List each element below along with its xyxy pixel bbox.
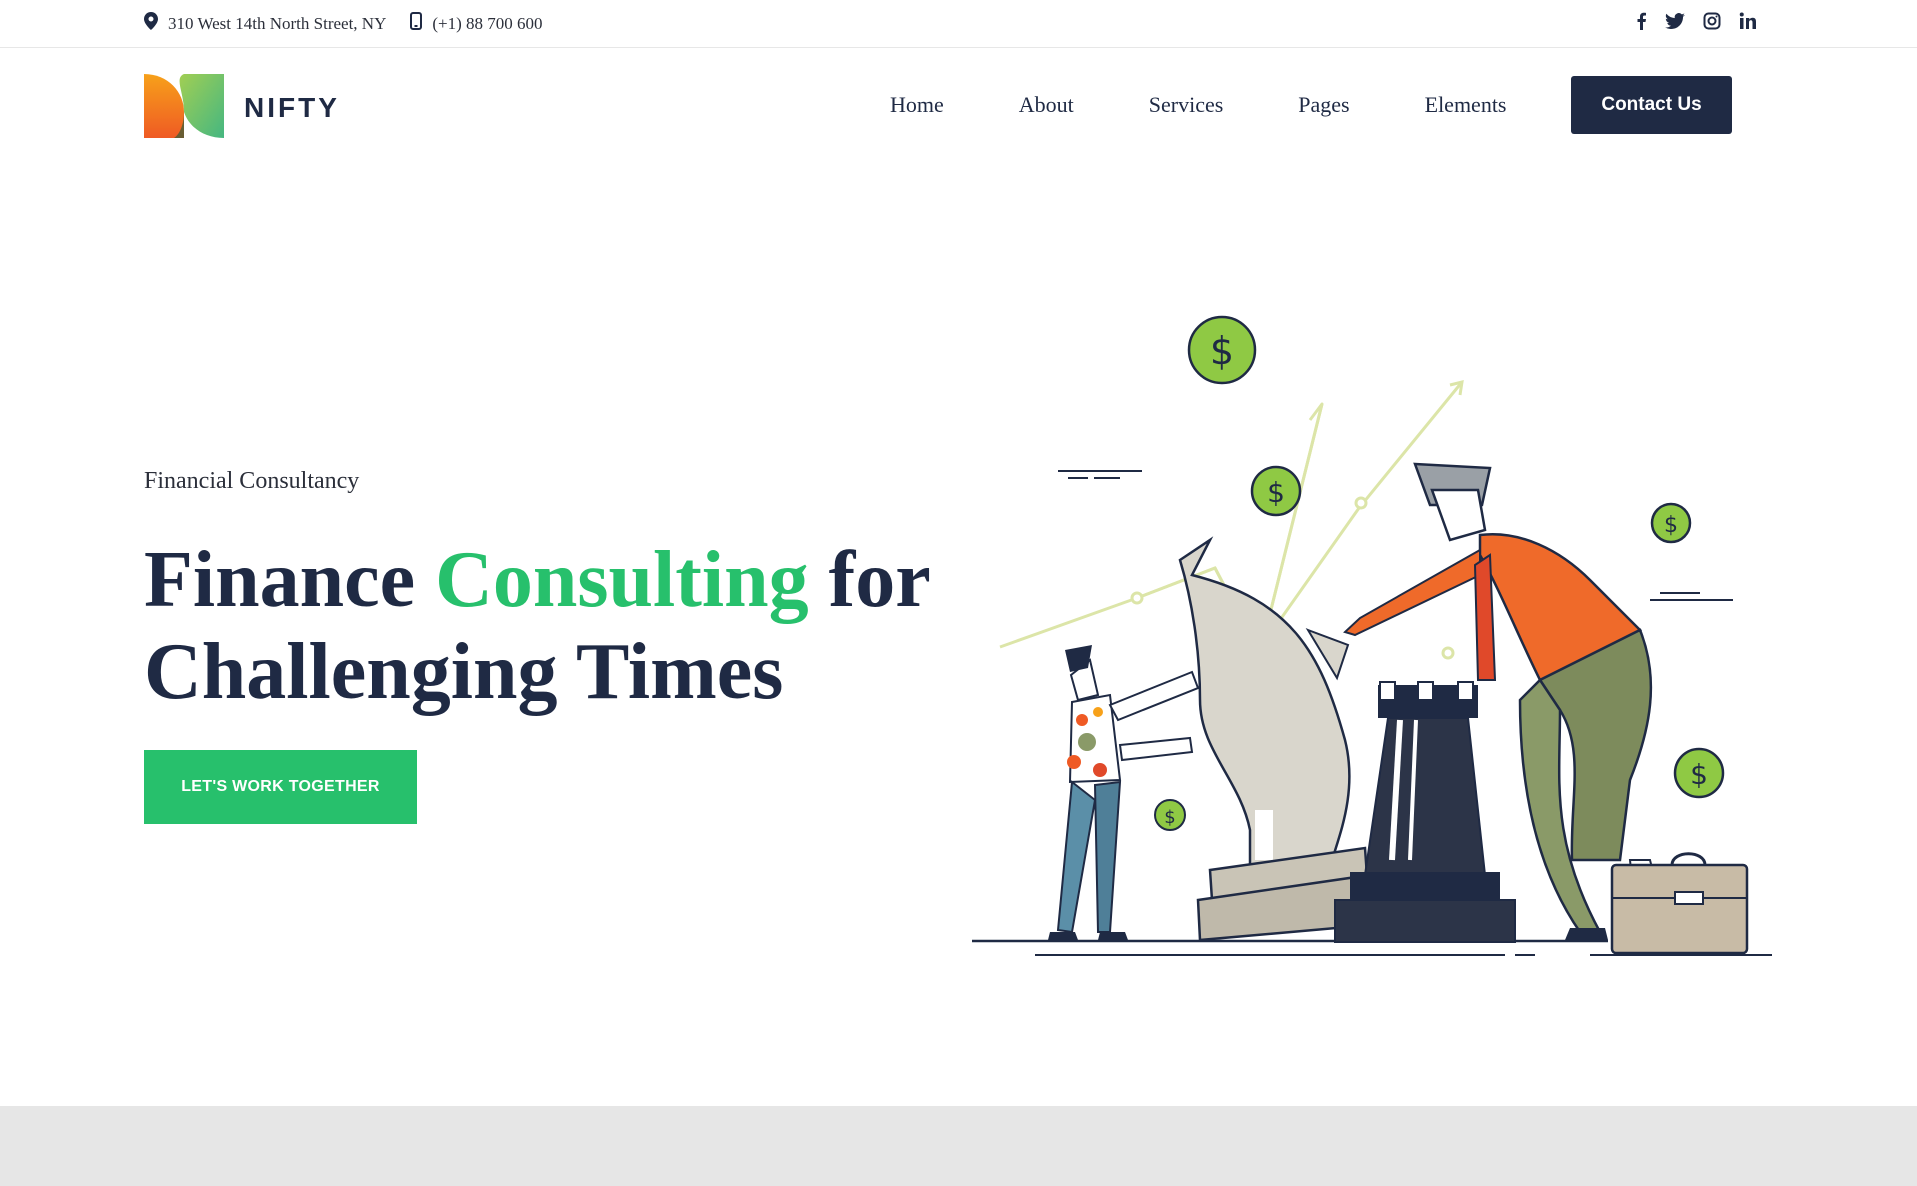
nav-item-elements[interactable]: Elements xyxy=(1425,92,1507,118)
nav-item-services[interactable]: Services xyxy=(1149,92,1224,118)
phone-text: (+1) 88 700 600 xyxy=(432,13,543,33)
location-pin-icon xyxy=(144,12,168,35)
address-item: 310 West 14th North Street, NY xyxy=(144,12,386,35)
svg-text:$: $ xyxy=(1210,329,1234,373)
hero-title-part1: Finance xyxy=(144,536,436,624)
instagram-icon[interactable] xyxy=(1703,12,1721,30)
hero-title: Finance Consulting for Challenging Times xyxy=(144,534,964,718)
site-header: NIFTY Home About Services Pages Elements… xyxy=(0,48,1917,164)
contact-us-button[interactable]: Contact Us xyxy=(1571,76,1732,134)
hero-illustration: $ $ $ $ $ xyxy=(960,300,1780,980)
svg-text:$: $ xyxy=(1267,476,1285,509)
work-together-button[interactable]: LET'S WORK TOGETHER xyxy=(144,750,417,824)
logo[interactable]: NIFTY xyxy=(144,72,340,143)
linkedin-icon[interactable] xyxy=(1739,12,1757,30)
address-text: 310 West 14th North Street, NY xyxy=(168,13,387,33)
top-bar: 310 West 14th North Street, NY (+1) 88 7… xyxy=(0,0,1917,48)
main-nav: Home About Services Pages Elements xyxy=(860,92,1582,118)
nav-item-pages[interactable]: Pages xyxy=(1298,92,1349,118)
svg-text:$: $ xyxy=(1690,758,1708,791)
facebook-icon[interactable] xyxy=(1635,12,1647,30)
twitter-icon[interactable] xyxy=(1665,13,1685,29)
contact-info: 310 West 14th North Street, NY (+1) 88 7… xyxy=(144,12,567,35)
svg-text:$: $ xyxy=(1164,807,1175,828)
hero-eyebrow: Financial Consultancy xyxy=(144,468,360,494)
svg-text:$: $ xyxy=(1664,513,1678,538)
phone-icon xyxy=(410,12,432,35)
briefcase-icon xyxy=(1610,852,1749,955)
hero-title-accent: Consulting xyxy=(435,536,809,624)
logo-mark-icon xyxy=(144,72,224,143)
nav-item-home[interactable]: Home xyxy=(890,92,944,118)
next-section-band xyxy=(0,1106,1917,1186)
nav-item-about[interactable]: About xyxy=(1019,92,1074,118)
logo-text: NIFTY xyxy=(244,91,340,123)
coin-icon: $ xyxy=(1187,315,1257,385)
social-links xyxy=(1617,12,1757,30)
phone-item: (+1) 88 700 600 xyxy=(410,12,543,35)
